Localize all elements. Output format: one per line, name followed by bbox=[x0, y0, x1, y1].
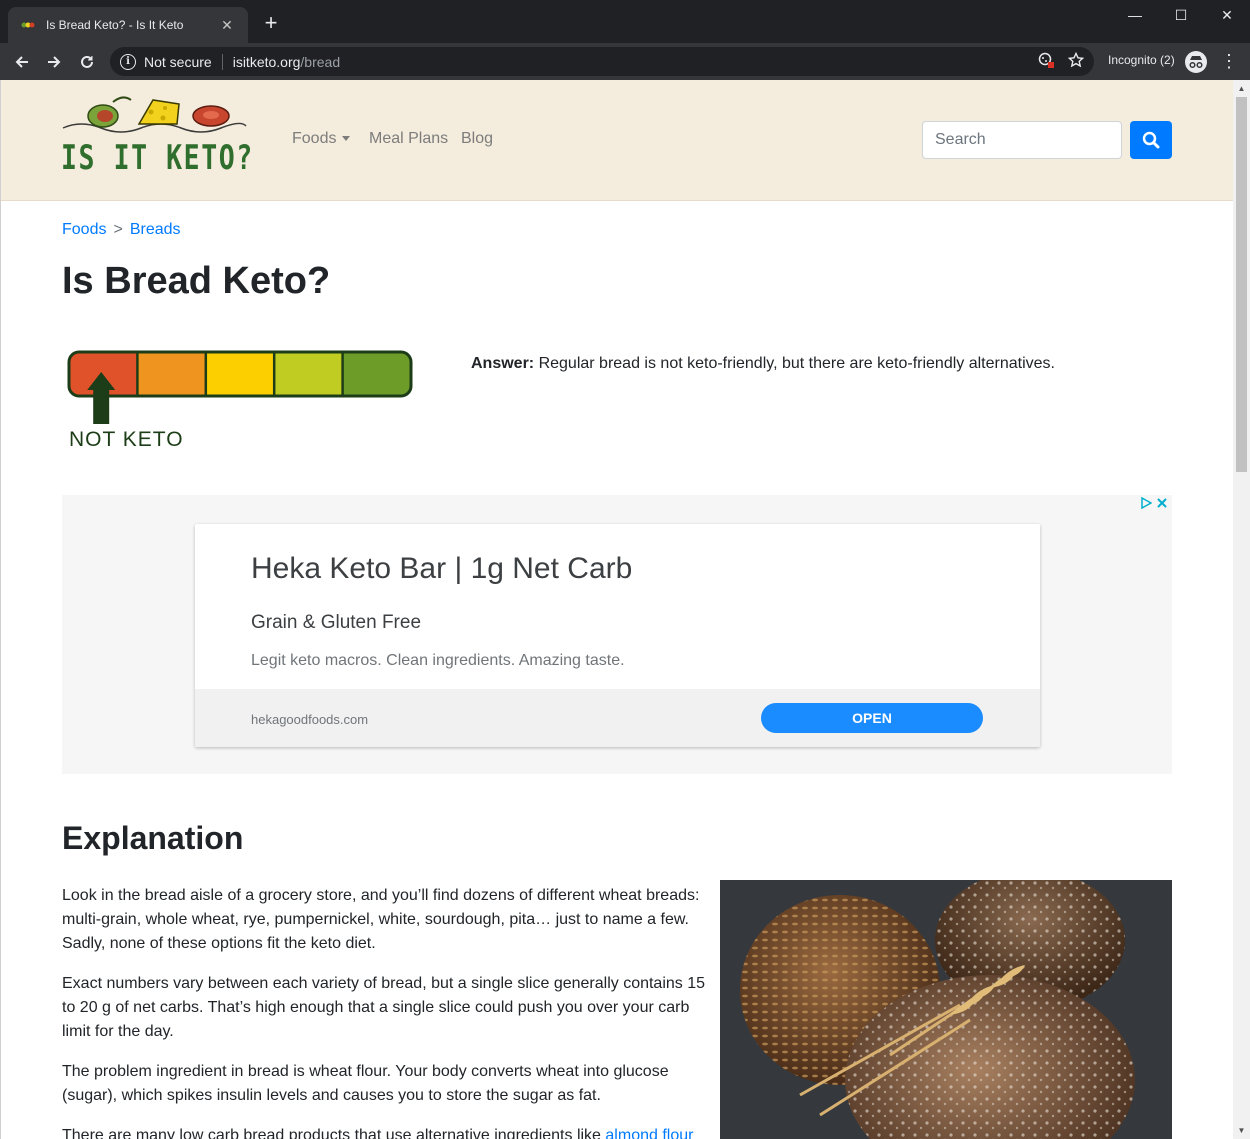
forward-arrow-icon bbox=[48, 56, 61, 68]
caret-down-icon bbox=[342, 136, 351, 142]
answer-text: Answer: Regular bread is not keto-friend… bbox=[471, 355, 1171, 373]
reload-icon bbox=[81, 55, 93, 68]
scroll-down-icon[interactable]: ▼ bbox=[1233, 1122, 1250, 1139]
breadcrumb-breads-link[interactable]: Breads bbox=[130, 221, 181, 238]
page-viewport: IS IT KETO? Foods Meal Plans Blog Foods >… bbox=[0, 80, 1233, 1139]
answer-body: Regular bread is not keto-friendly, but … bbox=[534, 355, 1055, 372]
window-minimize-button[interactable]: — bbox=[1112, 0, 1158, 30]
browser-toolbar: i Not secure isitketo.org/bread Incognit… bbox=[0, 43, 1250, 80]
ad-choices[interactable] bbox=[1140, 497, 1168, 509]
scrollbar-thumb[interactable] bbox=[1236, 97, 1247, 472]
advertisement: Heka Keto Bar | 1g Net Carb Grain & Glut… bbox=[62, 495, 1172, 774]
third-party-cookie-blocked-icon[interactable] bbox=[1038, 52, 1054, 72]
browser-menu-icon[interactable]: ⋮ bbox=[1220, 51, 1238, 71]
window-maximize-button[interactable]: ☐ bbox=[1158, 0, 1204, 30]
breadcrumb-separator: > bbox=[113, 221, 123, 238]
incognito-label[interactable]: Incognito (2) bbox=[1108, 53, 1175, 67]
breadcrumb: Foods > Breads bbox=[62, 221, 181, 239]
ad-footer: hekagoodfoods.com OPEN bbox=[195, 689, 1040, 747]
ad-description: Legit keto macros. Clean ingredients. Am… bbox=[251, 652, 625, 669]
forward-button[interactable] bbox=[42, 50, 66, 74]
site-favicon-icon bbox=[20, 17, 36, 33]
breadcrumb-foods-link[interactable]: Foods bbox=[62, 221, 106, 238]
paragraph-4-text: There are many low carb bread products t… bbox=[62, 1127, 606, 1139]
keto-meter: NOT KETO bbox=[65, 348, 415, 458]
back-arrow-icon bbox=[15, 56, 28, 68]
keto-meter-label: NOT KETO bbox=[69, 428, 184, 451]
url-host: isitketo.org bbox=[232, 53, 301, 70]
meter-segment-2 bbox=[137, 352, 206, 396]
back-button[interactable] bbox=[10, 50, 34, 74]
logo-text: IS IT KETO? bbox=[61, 138, 254, 178]
explanation-paragraph-4: There are many low carb bread products t… bbox=[62, 1124, 706, 1139]
window-close-button[interactable]: ✕ bbox=[1204, 0, 1250, 30]
search-button[interactable] bbox=[1130, 121, 1172, 159]
ad-subhead: Grain & Gluten Free bbox=[251, 612, 422, 633]
security-label: Not secure bbox=[144, 53, 212, 70]
browser-tab[interactable]: Is Bread Keto? - Is It Keto ✕ bbox=[8, 7, 248, 43]
keto-meter-bar bbox=[67, 350, 413, 424]
meter-segment-4 bbox=[274, 352, 343, 396]
ad-close-icon bbox=[1157, 498, 1167, 508]
nav-blog[interactable]: Blog bbox=[461, 130, 493, 148]
meter-segment-5 bbox=[342, 352, 411, 396]
omnibox-divider bbox=[221, 53, 223, 70]
bread-photo bbox=[720, 880, 1172, 1139]
answer-label: Answer: bbox=[471, 355, 535, 372]
reload-button[interactable] bbox=[75, 50, 99, 74]
page-scrollbar[interactable]: ▲ ▼ bbox=[1233, 80, 1250, 1139]
site-logo[interactable]: IS IT KETO? bbox=[61, 94, 254, 186]
nav-meal-plans[interactable]: Meal Plans bbox=[369, 130, 448, 148]
browser-tab-bar: Is Bread Keto? - Is It Keto ✕ + — ☐ ✕ bbox=[0, 0, 1250, 43]
tab-close-icon[interactable]: ✕ bbox=[218, 17, 236, 34]
ad-card[interactable]: Heka Keto Bar | 1g Net Carb Grain & Glut… bbox=[195, 524, 1040, 747]
keto-foods-logo-icon bbox=[62, 96, 247, 133]
bread-loaves-image bbox=[720, 880, 1172, 1139]
nav-foods-dropdown[interactable]: Foods bbox=[292, 130, 351, 148]
explanation-paragraph-3: The problem ingredient in bread is wheat… bbox=[62, 1063, 669, 1104]
site-info-icon[interactable]: i bbox=[120, 53, 136, 70]
address-bar[interactable]: i Not secure isitketo.org/bread bbox=[110, 47, 1094, 76]
explanation-paragraph-1: Look in the bread aisle of a grocery sto… bbox=[62, 887, 700, 952]
ad-open-button[interactable]: OPEN bbox=[761, 703, 983, 733]
nav-foods-label: Foods bbox=[292, 130, 337, 147]
page-title: Is Bread Keto? bbox=[62, 260, 331, 302]
new-tab-button[interactable]: + bbox=[260, 12, 282, 34]
almond-flour-link[interactable]: almond flour bbox=[605, 1127, 693, 1139]
search-icon bbox=[1142, 131, 1160, 149]
tab-title: Is Bread Keto? - Is It Keto bbox=[46, 18, 184, 32]
scroll-up-icon[interactable]: ▲ bbox=[1233, 80, 1250, 97]
search-input[interactable] bbox=[922, 121, 1122, 159]
ad-choices-icon bbox=[1141, 497, 1152, 509]
ad-domain: hekagoodfoods.com bbox=[251, 712, 369, 727]
site-header: IS IT KETO? Foods Meal Plans Blog bbox=[1, 80, 1233, 201]
url-path: /bread bbox=[300, 53, 341, 70]
incognito-icon[interactable] bbox=[1185, 51, 1207, 73]
ad-headline[interactable]: Heka Keto Bar | 1g Net Carb bbox=[251, 552, 632, 586]
explanation-heading: Explanation bbox=[62, 820, 244, 856]
explanation-paragraph-2: Exact numbers vary between each variety … bbox=[62, 975, 706, 1040]
meter-segment-3 bbox=[205, 352, 275, 396]
bookmark-star-icon[interactable] bbox=[1067, 51, 1085, 72]
